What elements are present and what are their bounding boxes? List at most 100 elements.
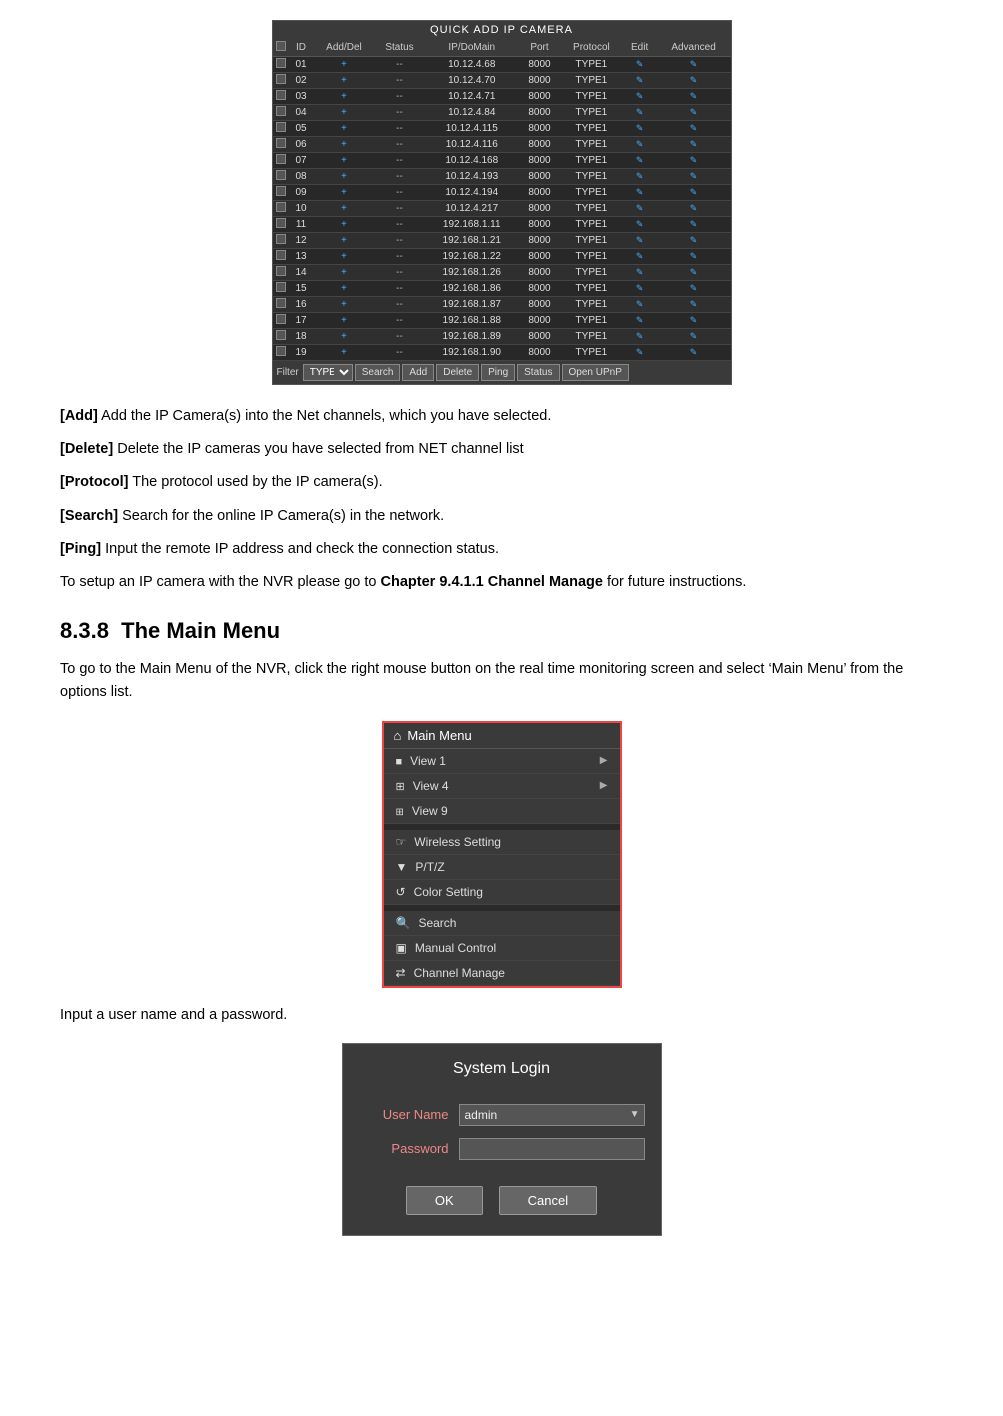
row-edit[interactable]: ✎ xyxy=(623,217,657,233)
row-edit[interactable]: ✎ xyxy=(623,265,657,281)
menu-item-wireless[interactable]: ☞ Wireless Setting xyxy=(384,830,620,855)
row-edit[interactable]: ✎ xyxy=(623,89,657,105)
menu-item-manual[interactable]: ▣ Manual Control xyxy=(384,936,620,961)
row-advanced[interactable]: ✎ xyxy=(657,249,731,265)
row-checkbox[interactable] xyxy=(273,233,289,249)
row-advanced[interactable]: ✎ xyxy=(657,217,731,233)
row-advanced[interactable]: ✎ xyxy=(657,89,731,105)
menu-item-ptz[interactable]: ▼ P/T/Z xyxy=(384,855,620,880)
row-checkbox[interactable] xyxy=(273,297,289,313)
row-add[interactable]: + xyxy=(314,233,375,249)
row-edit[interactable]: ✎ xyxy=(623,121,657,137)
row-checkbox[interactable] xyxy=(273,137,289,153)
row-advanced[interactable]: ✎ xyxy=(657,121,731,137)
row-id: 07 xyxy=(289,153,314,169)
row-checkbox[interactable] xyxy=(273,249,289,265)
menu-item-channel[interactable]: ⇄ Channel Manage xyxy=(384,961,620,986)
row-add[interactable]: + xyxy=(314,201,375,217)
row-edit[interactable]: ✎ xyxy=(623,153,657,169)
password-input[interactable] xyxy=(460,1139,644,1159)
row-checkbox[interactable] xyxy=(273,201,289,217)
row-advanced[interactable]: ✎ xyxy=(657,153,731,169)
row-advanced[interactable]: ✎ xyxy=(657,169,731,185)
row-add[interactable]: + xyxy=(314,329,375,345)
row-checkbox[interactable] xyxy=(273,281,289,297)
row-edit[interactable]: ✎ xyxy=(623,73,657,89)
row-edit[interactable]: ✎ xyxy=(623,313,657,329)
row-add[interactable]: + xyxy=(314,105,375,121)
row-edit[interactable]: ✎ xyxy=(623,233,657,249)
filter-select[interactable]: TYPE1 xyxy=(303,364,353,381)
menu-item-color[interactable]: ↺ Color Setting xyxy=(384,880,620,905)
row-edit[interactable]: ✎ xyxy=(623,249,657,265)
row-checkbox[interactable] xyxy=(273,265,289,281)
dropdown-arrow-icon[interactable]: ▼ xyxy=(626,1109,644,1120)
row-checkbox[interactable] xyxy=(273,329,289,345)
row-advanced[interactable]: ✎ xyxy=(657,297,731,313)
row-edit[interactable]: ✎ xyxy=(623,297,657,313)
row-advanced[interactable]: ✎ xyxy=(657,265,731,281)
row-add[interactable]: + xyxy=(314,121,375,137)
row-add[interactable]: + xyxy=(314,313,375,329)
row-add[interactable]: + xyxy=(314,297,375,313)
status-button[interactable]: Status xyxy=(517,364,559,381)
row-edit[interactable]: ✎ xyxy=(623,185,657,201)
delete-button[interactable]: Delete xyxy=(436,364,479,381)
row-checkbox[interactable] xyxy=(273,185,289,201)
ok-button[interactable]: OK xyxy=(406,1186,483,1215)
menu-item-view9[interactable]: View 9 xyxy=(384,799,620,824)
row-edit[interactable]: ✎ xyxy=(623,57,657,73)
row-add[interactable]: + xyxy=(314,73,375,89)
row-edit[interactable]: ✎ xyxy=(623,105,657,121)
row-add[interactable]: + xyxy=(314,281,375,297)
row-checkbox[interactable] xyxy=(273,345,289,361)
row-add[interactable]: + xyxy=(314,169,375,185)
row-advanced[interactable]: ✎ xyxy=(657,329,731,345)
row-edit[interactable]: ✎ xyxy=(623,345,657,361)
row-advanced[interactable]: ✎ xyxy=(657,201,731,217)
username-input[interactable] xyxy=(460,1105,626,1125)
row-advanced[interactable]: ✎ xyxy=(657,105,731,121)
row-add[interactable]: + xyxy=(314,89,375,105)
row-edit[interactable]: ✎ xyxy=(623,281,657,297)
row-edit[interactable]: ✎ xyxy=(623,169,657,185)
row-advanced[interactable]: ✎ xyxy=(657,57,731,73)
setup-suffix: for future instructions. xyxy=(603,574,746,590)
row-checkbox[interactable] xyxy=(273,105,289,121)
row-checkbox[interactable] xyxy=(273,89,289,105)
cancel-button[interactable]: Cancel xyxy=(499,1186,597,1215)
menu-item-search[interactable]: 🔍 Search xyxy=(384,911,620,936)
menu-item-view1[interactable]: View 1 ▶ xyxy=(384,749,620,774)
row-add[interactable]: + xyxy=(314,137,375,153)
row-add[interactable]: + xyxy=(314,345,375,361)
row-advanced[interactable]: ✎ xyxy=(657,185,731,201)
row-add[interactable]: + xyxy=(314,57,375,73)
open-upnp-button[interactable]: Open UPnP xyxy=(562,364,629,381)
row-checkbox[interactable] xyxy=(273,153,289,169)
ping-button[interactable]: Ping xyxy=(481,364,515,381)
row-checkbox[interactable] xyxy=(273,57,289,73)
row-add[interactable]: + xyxy=(314,153,375,169)
row-edit[interactable]: ✎ xyxy=(623,137,657,153)
row-checkbox[interactable] xyxy=(273,217,289,233)
row-advanced[interactable]: ✎ xyxy=(657,313,731,329)
row-advanced[interactable]: ✎ xyxy=(657,233,731,249)
row-checkbox[interactable] xyxy=(273,169,289,185)
row-add[interactable]: + xyxy=(314,265,375,281)
row-advanced[interactable]: ✎ xyxy=(657,73,731,89)
row-edit[interactable]: ✎ xyxy=(623,329,657,345)
row-edit[interactable]: ✎ xyxy=(623,201,657,217)
search-button[interactable]: Search xyxy=(355,364,401,381)
row-checkbox[interactable] xyxy=(273,121,289,137)
row-add[interactable]: + xyxy=(314,217,375,233)
menu-item-view4[interactable]: View 4 ▶ xyxy=(384,774,620,799)
row-advanced[interactable]: ✎ xyxy=(657,281,731,297)
row-id: 01 xyxy=(289,57,314,73)
row-advanced[interactable]: ✎ xyxy=(657,345,731,361)
add-button[interactable]: Add xyxy=(402,364,434,381)
row-advanced[interactable]: ✎ xyxy=(657,137,731,153)
row-add[interactable]: + xyxy=(314,249,375,265)
row-add[interactable]: + xyxy=(314,185,375,201)
row-checkbox[interactable] xyxy=(273,73,289,89)
row-checkbox[interactable] xyxy=(273,313,289,329)
